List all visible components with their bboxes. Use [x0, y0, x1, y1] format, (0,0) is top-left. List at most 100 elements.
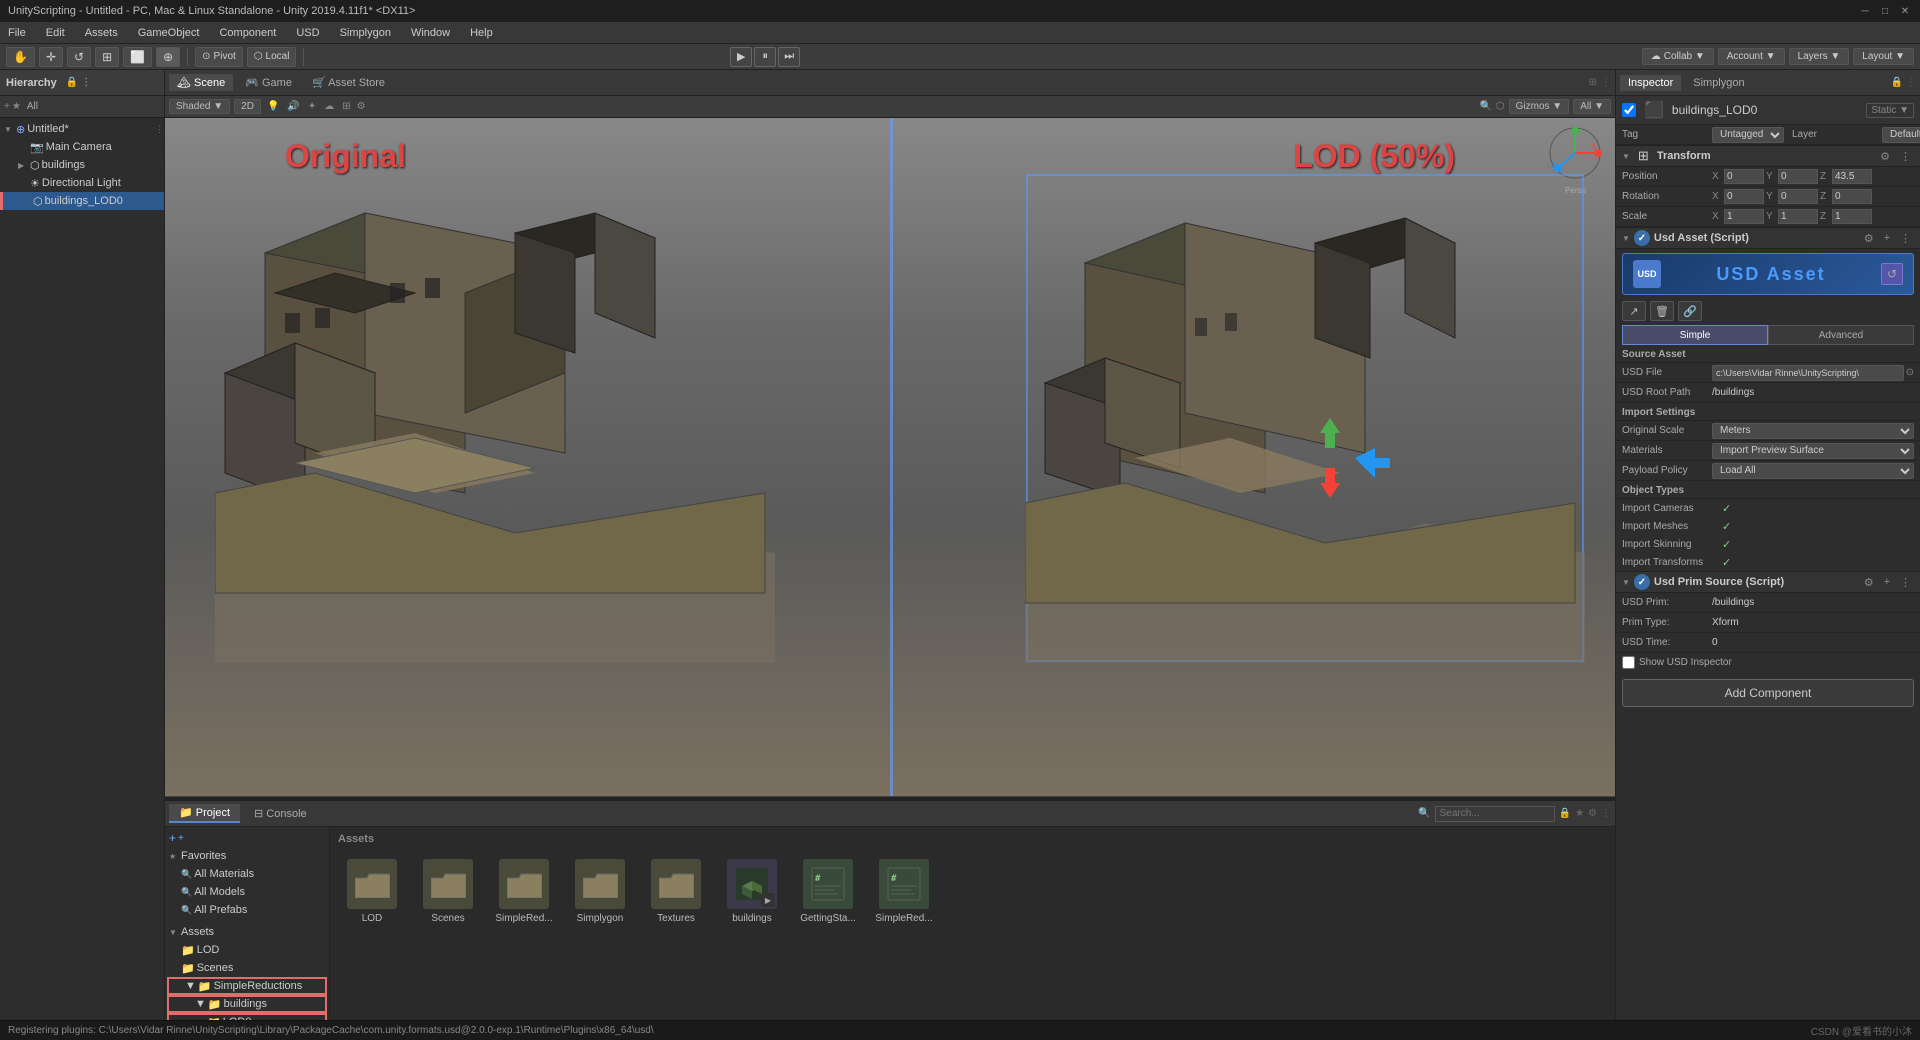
asset-getting-started[interactable]: # GettingSta... — [794, 855, 862, 929]
tool-scale[interactable]: ⊞ — [95, 47, 119, 67]
all-button[interactable]: All ▼ — [1573, 99, 1611, 114]
layer-dropdown[interactable]: Default — [1882, 127, 1920, 143]
all-models-item[interactable]: 🔍 All Models — [165, 883, 329, 901]
tool-multi[interactable]: ⊕ — [156, 47, 180, 67]
menu-simplygon[interactable]: Simplygon — [336, 25, 395, 41]
menu-gameobject[interactable]: GameObject — [134, 25, 204, 41]
minimize-button[interactable]: ─ — [1858, 4, 1872, 18]
asset-textures[interactable]: Textures — [642, 855, 710, 929]
viewport-fx-icon[interactable]: ✦ — [308, 101, 316, 112]
transform-dots-icon[interactable]: ⋮ — [1897, 150, 1914, 163]
project-search-input[interactable] — [1435, 806, 1555, 822]
usd-link-button[interactable]: 🔗 — [1678, 301, 1702, 321]
usd-prim-settings-icon[interactable]: ⚙ — [1861, 576, 1877, 589]
simple-reductions-item[interactable]: ▼ 📁 SimpleReductions — [167, 977, 327, 995]
local-button[interactable]: ⬡ Local — [247, 47, 297, 67]
maximize-button[interactable]: □ — [1878, 4, 1892, 18]
asset-buildings[interactable]: ▶ buildings — [718, 855, 786, 929]
usd-prim-plus-icon[interactable]: + — [1881, 576, 1893, 589]
usd-file-browse-icon[interactable]: ⊙ — [1906, 367, 1914, 378]
add-component-button[interactable]: Add Component — [1622, 679, 1914, 707]
buildings-folder-item[interactable]: ▼ 📁 buildings — [167, 995, 327, 1013]
all-materials-item[interactable]: 🔍 All Materials — [165, 865, 329, 883]
bottom-star-icon[interactable]: ★ — [1575, 808, 1584, 819]
viewport-search-icon[interactable]: 🔍 — [1479, 101, 1491, 112]
position-y-input[interactable] — [1778, 169, 1818, 184]
hierarchy-item-directional-light[interactable]: ☀ Directional Light — [0, 174, 164, 192]
hierarchy-lock-icon[interactable]: 🔒 — [66, 77, 78, 88]
simple-tab[interactable]: Simple — [1622, 325, 1768, 345]
usd-asset-section-header[interactable]: ▼ ✓ Usd Asset (Script) ⚙ + ⋮ — [1616, 227, 1920, 249]
obj-active-checkbox[interactable] — [1622, 103, 1636, 117]
viewport-grid-icon[interactable]: ⊞ — [342, 101, 350, 112]
viewport-audio-icon[interactable]: 🔊 — [287, 101, 299, 112]
tab-inspector[interactable]: Inspector — [1620, 75, 1681, 91]
2d-button[interactable]: 2D — [234, 99, 261, 114]
bottom-search-icon[interactable]: 🔍 — [1418, 808, 1430, 819]
viewport-layers-icon[interactable]: ⬡ — [1496, 101, 1505, 112]
show-usd-inspector-checkbox[interactable] — [1622, 656, 1635, 669]
project-add-button[interactable]: + + — [165, 829, 329, 847]
asset-simplered[interactable]: SimpleRed... — [490, 855, 558, 929]
advanced-tab[interactable]: Advanced — [1768, 325, 1914, 345]
close-button[interactable]: ✕ — [1898, 4, 1912, 18]
rotation-z-input[interactable] — [1832, 189, 1872, 204]
inspector-dots-icon[interactable]: ⋮ — [1906, 77, 1916, 88]
menu-usd[interactable]: USD — [292, 25, 323, 41]
asset-scenes[interactable]: Scenes — [414, 855, 482, 929]
layers-button[interactable]: Layers ▼ — [1789, 48, 1850, 65]
tab-asset-store[interactable]: 🛒 Asset Store — [304, 74, 393, 91]
viewport-dots-icon[interactable]: ⋮ — [1601, 77, 1611, 88]
scenes-item[interactable]: 📁 Scenes — [165, 959, 329, 977]
hierarchy-star-icon[interactable]: ★ — [12, 101, 21, 112]
tag-dropdown[interactable]: Untagged — [1712, 127, 1784, 143]
pause-button[interactable]: ⏸ — [754, 47, 776, 67]
transform-section-header[interactable]: ▼ ⊞ Transform ⚙ ⋮ — [1616, 145, 1920, 167]
usd-delete-button[interactable]: 🗑 — [1650, 301, 1674, 321]
assets-section[interactable]: ▼ Assets — [165, 923, 329, 941]
favorites-section[interactable]: ★ Favorites — [165, 847, 329, 865]
menu-edit[interactable]: Edit — [42, 25, 69, 41]
tool-move[interactable]: ✛ — [39, 47, 63, 67]
all-prefabs-item[interactable]: 🔍 All Prefabs — [165, 901, 329, 919]
usd-prim-section-header[interactable]: ▼ ✓ Usd Prim Source (Script) ⚙ + ⋮ — [1616, 571, 1920, 593]
tab-scene[interactable]: 🏔 Scene — [169, 74, 233, 91]
viewport-sky-icon[interactable]: ☁ — [324, 101, 334, 112]
hierarchy-item-buildings-lod0[interactable]: ⬡ buildings_LOD0 — [0, 192, 164, 210]
menu-component[interactable]: Component — [215, 25, 280, 41]
layout-button[interactable]: Layout ▼ — [1853, 48, 1914, 65]
materials-dropdown[interactable]: Import Preview Surface — [1712, 443, 1914, 459]
usd-refresh-button[interactable]: ↺ — [1881, 263, 1903, 285]
menu-assets[interactable]: Assets — [81, 25, 122, 41]
tab-game[interactable]: 🎮 Game — [237, 74, 300, 91]
hierarchy-item-main-camera[interactable]: 📷 Main Camera — [0, 138, 164, 156]
scene-viewport[interactable]: Y X Z Persp Original LOD (50%) — [165, 118, 1615, 796]
menu-file[interactable]: File — [4, 25, 30, 41]
asset-simple-red[interactable]: # SimpleRed... — [870, 855, 938, 929]
hierarchy-add-icon[interactable]: + — [4, 101, 10, 112]
tool-rotate[interactable]: ↺ — [67, 47, 91, 67]
asset-simplygon[interactable]: Simplygon — [566, 855, 634, 929]
pivot-button[interactable]: ⊙ Pivot — [195, 47, 243, 67]
payload-policy-dropdown[interactable]: Load All — [1712, 463, 1914, 479]
collab-button[interactable]: ☁ Collab ▼ — [1642, 48, 1714, 65]
menu-help[interactable]: Help — [466, 25, 497, 41]
usd-prim-dots-icon[interactable]: ⋮ — [1897, 576, 1914, 589]
tool-hand[interactable]: ✋ — [6, 47, 35, 67]
position-x-input[interactable] — [1724, 169, 1764, 184]
scale-y-input[interactable] — [1778, 209, 1818, 224]
gizmos-button[interactable]: Gizmos ▼ — [1509, 99, 1570, 114]
inspector-lock-icon[interactable]: 🔒 — [1891, 77, 1903, 88]
tab-console[interactable]: ⊟ Console — [244, 805, 317, 822]
scale-x-input[interactable] — [1724, 209, 1764, 224]
hierarchy-item-buildings[interactable]: ▶ ⬡ buildings — [0, 156, 164, 174]
tool-rect[interactable]: ⬜ — [123, 47, 152, 67]
tab-project[interactable]: 📁 Project — [169, 804, 240, 823]
transform-settings-icon[interactable]: ⚙ — [1877, 150, 1893, 163]
step-button[interactable]: ⏭ — [778, 47, 800, 67]
hierarchy-dots-icon[interactable]: ⋮ — [81, 77, 91, 88]
hierarchy-item-untitled[interactable]: ▼ ⊕ Untitled* ⋮ — [0, 120, 164, 138]
lod0-folder-item[interactable]: 📁 LOD0 — [167, 1013, 327, 1020]
obj-name-field[interactable]: buildings_LOD0 — [1672, 103, 1862, 117]
usd-asset-settings-icon[interactable]: ⚙ — [1861, 232, 1877, 245]
